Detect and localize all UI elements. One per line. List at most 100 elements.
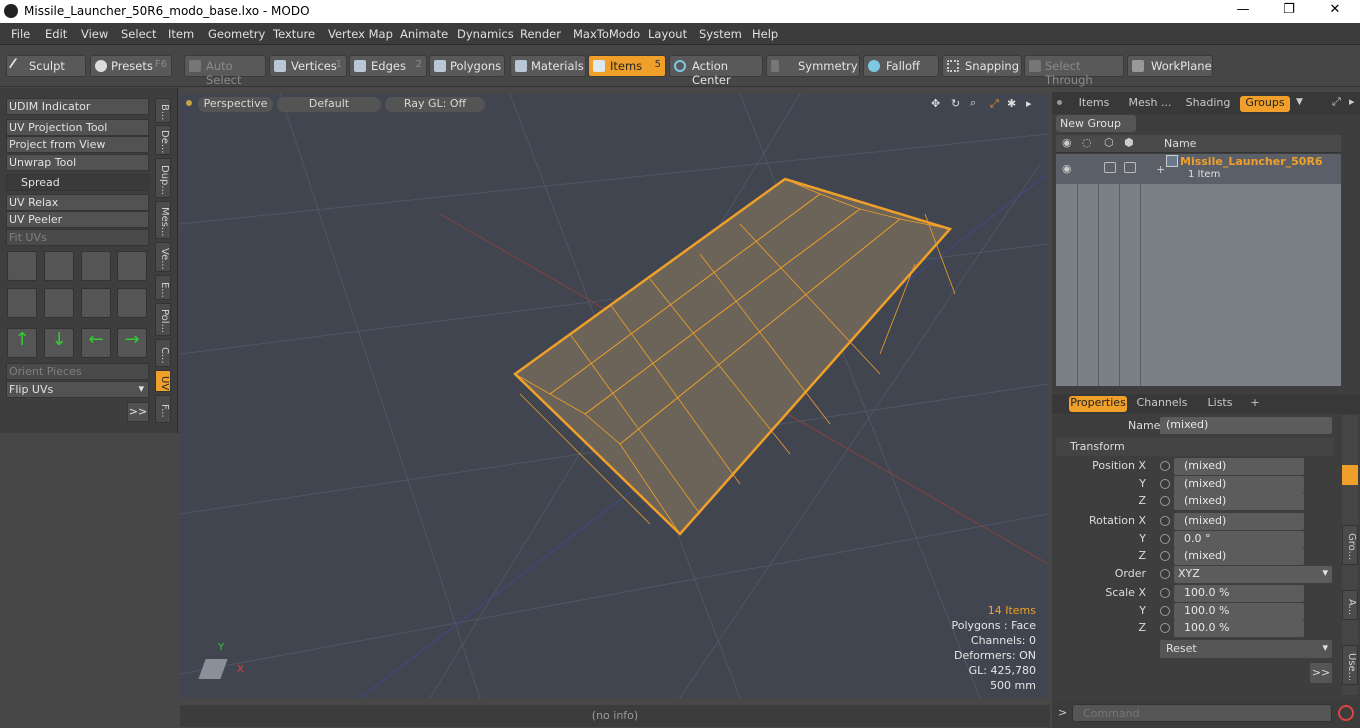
fit-view-icon[interactable]: ⤢ — [990, 97, 999, 111]
vertices-button[interactable]: Vertices 1 — [269, 55, 347, 77]
uv-fit-cube-icon[interactable] — [7, 288, 37, 318]
visibility-eye-icon[interactable]: ◉ — [1062, 136, 1072, 149]
menu-layout[interactable]: Layout — [648, 27, 687, 41]
group-name[interactable]: Missile_Launcher_50R6 — [1180, 155, 1323, 168]
uv-sphere-icon[interactable] — [117, 288, 147, 318]
rotation-y-field[interactable]: 0.0 ° — [1174, 531, 1304, 548]
arrow-right-icon[interactable]: → — [117, 328, 147, 358]
more-properties-button[interactable]: >> — [1310, 663, 1332, 683]
position-y-field[interactable]: (mixed) — [1174, 476, 1304, 493]
vtab-duplicate[interactable]: Dup... — [155, 158, 171, 198]
vtab-fusion[interactable]: F... — [155, 395, 171, 423]
tab-items[interactable]: Items — [1068, 96, 1120, 112]
uv-pyramid-icon[interactable] — [81, 288, 111, 318]
row-lock-checkbox[interactable] — [1104, 162, 1116, 173]
more-tools-button[interactable]: >> — [127, 402, 149, 422]
name-column-header[interactable]: Name — [1164, 137, 1196, 150]
action-center-button[interactable]: Action Center — [669, 55, 763, 87]
minimize-button[interactable]: — — [1220, 2, 1266, 21]
udim-indicator-button[interactable]: UDIM Indicator — [6, 98, 149, 115]
keyframe-dot-icon[interactable] — [1160, 534, 1170, 544]
position-z-field[interactable]: (mixed) — [1174, 493, 1304, 510]
3d-viewport[interactable]: 14 Items Polygons : Face Channels: 0 Def… — [180, 94, 1048, 698]
panel-arrow-icon[interactable]: ▸ — [1349, 95, 1355, 108]
transform-section-header[interactable]: Transform — [1056, 438, 1334, 456]
add-tab-button[interactable]: + — [1248, 396, 1262, 412]
vtab-uv[interactable]: UV — [155, 370, 171, 392]
row-select-checkbox[interactable] — [1124, 162, 1136, 173]
menu-edit[interactable]: Edit — [45, 27, 67, 41]
viewport-menu-dot-icon[interactable] — [186, 100, 192, 106]
pan-icon[interactable]: ✥ — [931, 97, 940, 110]
menu-view[interactable]: View — [81, 27, 108, 41]
side-tab-active[interactable] — [1342, 465, 1358, 485]
new-group-button[interactable]: New Group — [1056, 115, 1136, 132]
workplane-button[interactable]: WorkPlane — [1127, 55, 1213, 77]
vtab-mesh[interactable]: Mes... — [155, 201, 171, 239]
uv-box-tool-icon[interactable] — [117, 251, 147, 281]
side-tab-user[interactable]: Use... — [1342, 645, 1358, 685]
keyframe-dot-icon[interactable] — [1160, 461, 1170, 471]
symmetry-button[interactable]: Symmetry — [766, 55, 860, 77]
missile-launcher-wireframe[interactable] — [180, 94, 1048, 698]
name-field[interactable]: (mixed) — [1160, 417, 1332, 434]
keyframe-dot-icon[interactable] — [1160, 569, 1170, 579]
select-cube-icon[interactable]: ⬢ — [1124, 136, 1134, 149]
chevron-right-icon[interactable]: ▸ — [1026, 97, 1032, 110]
lock-cube-icon[interactable]: ⬡ — [1104, 136, 1114, 149]
tab-groups[interactable]: Groups — [1240, 96, 1290, 112]
uv-relax-button[interactable]: UV Relax — [6, 194, 149, 211]
scale-z-field[interactable]: 100.0 % — [1174, 620, 1304, 637]
falloff-button[interactable]: Falloff — [863, 55, 939, 77]
menu-maxtomodo[interactable]: MaxToModo — [573, 27, 640, 41]
vtab-basic[interactable]: B... — [155, 98, 171, 123]
polygons-button[interactable]: Polygons — [429, 55, 505, 77]
keyframe-dot-icon[interactable] — [1160, 588, 1170, 598]
keyframe-dot-icon[interactable] — [1160, 551, 1170, 561]
items-button[interactable]: Items 5 — [588, 55, 666, 77]
side-tab-assembly[interactable]: A... — [1342, 590, 1358, 620]
uv-move-tool-icon[interactable] — [81, 251, 111, 281]
default-shading-button[interactable]: Default — [277, 97, 381, 112]
tab-properties[interactable]: Properties — [1069, 396, 1127, 412]
uv-projection-tool-button[interactable]: UV Projection Tool — [6, 119, 149, 136]
menu-file[interactable]: File — [11, 27, 30, 41]
vtab-edge[interactable]: E... — [155, 275, 171, 300]
select-through-button[interactable]: Select Through — [1024, 55, 1124, 87]
uv-grid-icon[interactable] — [44, 288, 74, 318]
menu-dynamics[interactable]: Dynamics — [457, 27, 514, 41]
tab-lists[interactable]: Lists — [1197, 396, 1243, 412]
snapping-button[interactable]: Snapping — [942, 55, 1022, 77]
command-input[interactable] — [1072, 704, 1332, 722]
keyframe-dot-icon[interactable] — [1160, 516, 1170, 526]
render-icon[interactable]: ◌ — [1082, 136, 1092, 149]
menu-system[interactable]: System — [699, 27, 742, 41]
arrow-left-icon[interactable]: ← — [81, 328, 111, 358]
sculpt-button[interactable]: Sculpt — [6, 55, 86, 77]
uv-cylinder-tool-icon[interactable] — [44, 251, 74, 281]
tab-channels[interactable]: Channels — [1134, 396, 1190, 412]
reset-dropdown[interactable]: Reset ▾ — [1160, 640, 1332, 658]
menu-vertex-map[interactable]: Vertex Map — [328, 27, 393, 41]
rotate-icon[interactable]: ↻ — [951, 97, 960, 110]
panel-menu-dot-icon[interactable] — [1057, 100, 1062, 105]
side-tab-groups[interactable]: Gro... — [1342, 525, 1358, 565]
menu-geometry[interactable]: Geometry — [208, 27, 265, 41]
arrow-up-icon[interactable]: ↑ — [7, 328, 37, 358]
position-x-field[interactable]: (mixed) — [1174, 458, 1304, 475]
expand-plus-icon[interactable]: + — [1156, 163, 1165, 176]
expand-panel-icon[interactable]: ⤢ — [1332, 95, 1341, 109]
menu-animate[interactable]: Animate — [400, 27, 448, 41]
vtab-curve[interactable]: C... — [155, 339, 171, 367]
flip-uvs-dropdown[interactable]: Flip UVs ▾ — [6, 381, 149, 398]
menu-select[interactable]: Select — [121, 27, 156, 41]
fit-uvs-button[interactable]: Fit UVs — [6, 229, 149, 246]
keyframe-dot-icon[interactable] — [1160, 606, 1170, 616]
menu-render[interactable]: Render — [520, 27, 561, 41]
menu-texture[interactable]: Texture — [273, 27, 315, 41]
vtab-deform[interactable]: De... — [155, 125, 171, 155]
scale-x-field[interactable]: 100.0 % — [1174, 585, 1304, 602]
uv-transform-tool-icon[interactable] — [7, 251, 37, 281]
tab-shading[interactable]: Shading — [1180, 96, 1236, 112]
zoom-icon[interactable]: ⌕ — [970, 96, 976, 110]
